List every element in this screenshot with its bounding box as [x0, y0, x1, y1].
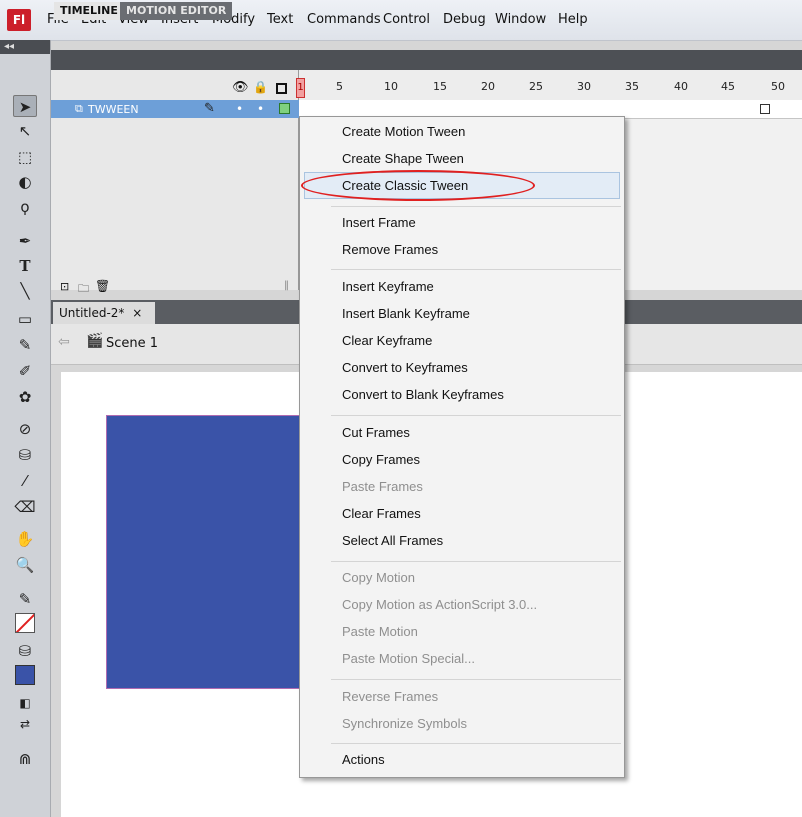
paint-bucket-tool-icon[interactable]: ⛁ [13, 444, 37, 466]
free-transform-tool-icon[interactable]: ⬚ [13, 146, 37, 168]
menu-item-insert-keyframe[interactable]: Insert Keyframe [342, 279, 434, 294]
menu-separator [331, 415, 621, 416]
menu-item-copy-frames[interactable]: Copy Frames [342, 452, 420, 467]
delete-layer-icon[interactable]: 🗑 [95, 279, 110, 293]
show-hide-eye-icon[interactable]: 👁 [232, 80, 249, 95]
menu-text[interactable]: Text [267, 12, 293, 27]
menu-item-create-motion-tween[interactable]: Create Motion Tween [342, 124, 465, 139]
tab-timeline[interactable]: TIMELINE [54, 2, 124, 20]
menu-separator [331, 679, 621, 680]
menu-item-remove-frames[interactable]: Remove Frames [342, 242, 438, 257]
menu-item-synchronize-symbols: Synchronize Symbols [342, 716, 467, 731]
menu-item-paste-motion: Paste Motion [342, 624, 418, 639]
menu-debug[interactable]: Debug [443, 12, 486, 27]
outline-color-swatch[interactable] [279, 103, 290, 114]
hand-tool-icon[interactable]: ✋ [13, 528, 37, 550]
menu-item-create-shape-tween[interactable]: Create Shape Tween [342, 151, 464, 166]
menu-item-insert-blank-keyframe[interactable]: Insert Blank Keyframe [342, 306, 470, 321]
frame-number: 5 [336, 80, 343, 93]
pencil-tool-icon[interactable]: ✎ [13, 334, 37, 356]
menu-item-copy-motion-as-actionscript: Copy Motion as ActionScript 3.0... [342, 597, 538, 612]
swap-colors-icon[interactable]: ⇄ [13, 713, 37, 735]
flash-logo-icon: Fl [7, 9, 31, 31]
document-tab-title: Untitled-2* [59, 306, 125, 320]
scene-icon: 🎬 [86, 333, 104, 349]
rectangle-tool-icon[interactable]: ▭ [13, 308, 37, 330]
menu-separator [331, 206, 621, 207]
stroke-none-swatch[interactable] [15, 613, 35, 633]
outline-toggle-icon[interactable] [276, 83, 287, 94]
layer-icon: ⧉ [75, 102, 83, 115]
collapse-icon[interactable]: ◂◂ [0, 40, 50, 54]
3d-rotation-tool-icon[interactable]: ◐ [13, 171, 37, 193]
menu-item-clear-keyframe[interactable]: Clear Keyframe [342, 333, 432, 348]
selection-tool-icon[interactable]: ➤ [13, 95, 37, 117]
document-tab[interactable]: Untitled-2* × [53, 302, 155, 324]
layer-name[interactable]: TWWEEN [88, 103, 139, 116]
stroke-color-icon[interactable]: ✎ [13, 588, 37, 610]
new-layer-icon[interactable]: ⊡ [60, 280, 69, 293]
tab-motion-editor[interactable]: MOTION EDITOR [120, 2, 233, 20]
frame-number: 45 [721, 80, 735, 93]
menu-separator [331, 561, 621, 562]
stage-rectangle-shape[interactable] [106, 415, 308, 689]
text-tool-icon[interactable]: T [13, 255, 37, 277]
frame-number: 15 [433, 80, 447, 93]
menu-commands[interactable]: Commands [307, 12, 381, 27]
brush-tool-icon[interactable]: ✐ [13, 360, 37, 382]
annotation-ellipse [301, 170, 535, 201]
eyedropper-tool-icon[interactable]: ⁄ [13, 470, 37, 492]
menu-item-reverse-frames: Reverse Frames [342, 689, 439, 704]
line-tool-icon[interactable]: ╲ [13, 280, 37, 302]
subselection-tool-icon[interactable]: ↖ [13, 120, 37, 142]
deco-tool-icon[interactable]: ✿ [13, 386, 37, 408]
bone-tool-icon[interactable]: ⊘ [13, 418, 37, 440]
menu-item-clear-frames[interactable]: Clear Frames [342, 506, 421, 521]
fill-color-swatch[interactable] [15, 665, 35, 685]
close-tab-icon[interactable]: × [132, 306, 142, 320]
playhead[interactable]: 1 [296, 78, 305, 98]
menu-item-paste-motion-special: Paste Motion Special... [342, 651, 475, 666]
menu-separator [331, 743, 621, 744]
menu-item-convert-to-keyframes[interactable]: Convert to Keyframes [342, 360, 468, 375]
menu-item-select-all-frames[interactable]: Select All Frames [342, 533, 443, 548]
scene-label[interactable]: Scene 1 [106, 336, 158, 351]
frame-number: 35 [625, 80, 639, 93]
back-arrow-icon[interactable]: ⇦ [58, 334, 70, 350]
fill-color-icon[interactable]: ⛁ [13, 640, 37, 662]
visibility-dot[interactable]: • [236, 102, 243, 116]
lock-dot[interactable]: • [257, 102, 264, 116]
menu-item-insert-frame[interactable]: Insert Frame [342, 215, 416, 230]
frame-number: 20 [481, 80, 495, 93]
frame-number: 10 [384, 80, 398, 93]
edit-layer-pencil-icon: ✎ [204, 101, 215, 116]
menu-item-convert-to-blank-keyframes[interactable]: Convert to Blank Keyframes [342, 387, 504, 402]
lock-icon[interactable]: 🔒 [253, 80, 268, 94]
black-white-icon[interactable]: ◧ [13, 692, 37, 714]
menu-item-copy-motion: Copy Motion [342, 570, 415, 585]
menu-item-actions[interactable]: Actions [342, 752, 385, 767]
end-frame-marker[interactable] [760, 104, 770, 114]
snap-to-objects-icon[interactable]: ⋒ [13, 748, 37, 770]
frame-number: 50 [771, 80, 785, 93]
panel-tab-bar [51, 50, 802, 70]
menu-item-paste-frames: Paste Frames [342, 479, 423, 494]
menu-window[interactable]: Window [495, 12, 546, 27]
menu-help[interactable]: Help [558, 12, 588, 27]
lasso-tool-icon[interactable]: ϙ [13, 196, 37, 218]
panel-resize-icon[interactable]: ‖ [284, 280, 289, 291]
menu-control[interactable]: Control [383, 12, 430, 27]
frame-number: 30 [577, 80, 591, 93]
zoom-tool-icon[interactable]: 🔍 [13, 554, 37, 576]
menu-item-cut-frames[interactable]: Cut Frames [342, 425, 410, 440]
frame-number: 25 [529, 80, 543, 93]
eraser-tool-icon[interactable]: ⌫ [13, 496, 37, 518]
pen-tool-icon[interactable]: ✒ [13, 230, 37, 252]
frame-number: 40 [674, 80, 688, 93]
menu-separator [331, 269, 621, 270]
new-folder-icon[interactable]: 🗀 [78, 280, 89, 299]
